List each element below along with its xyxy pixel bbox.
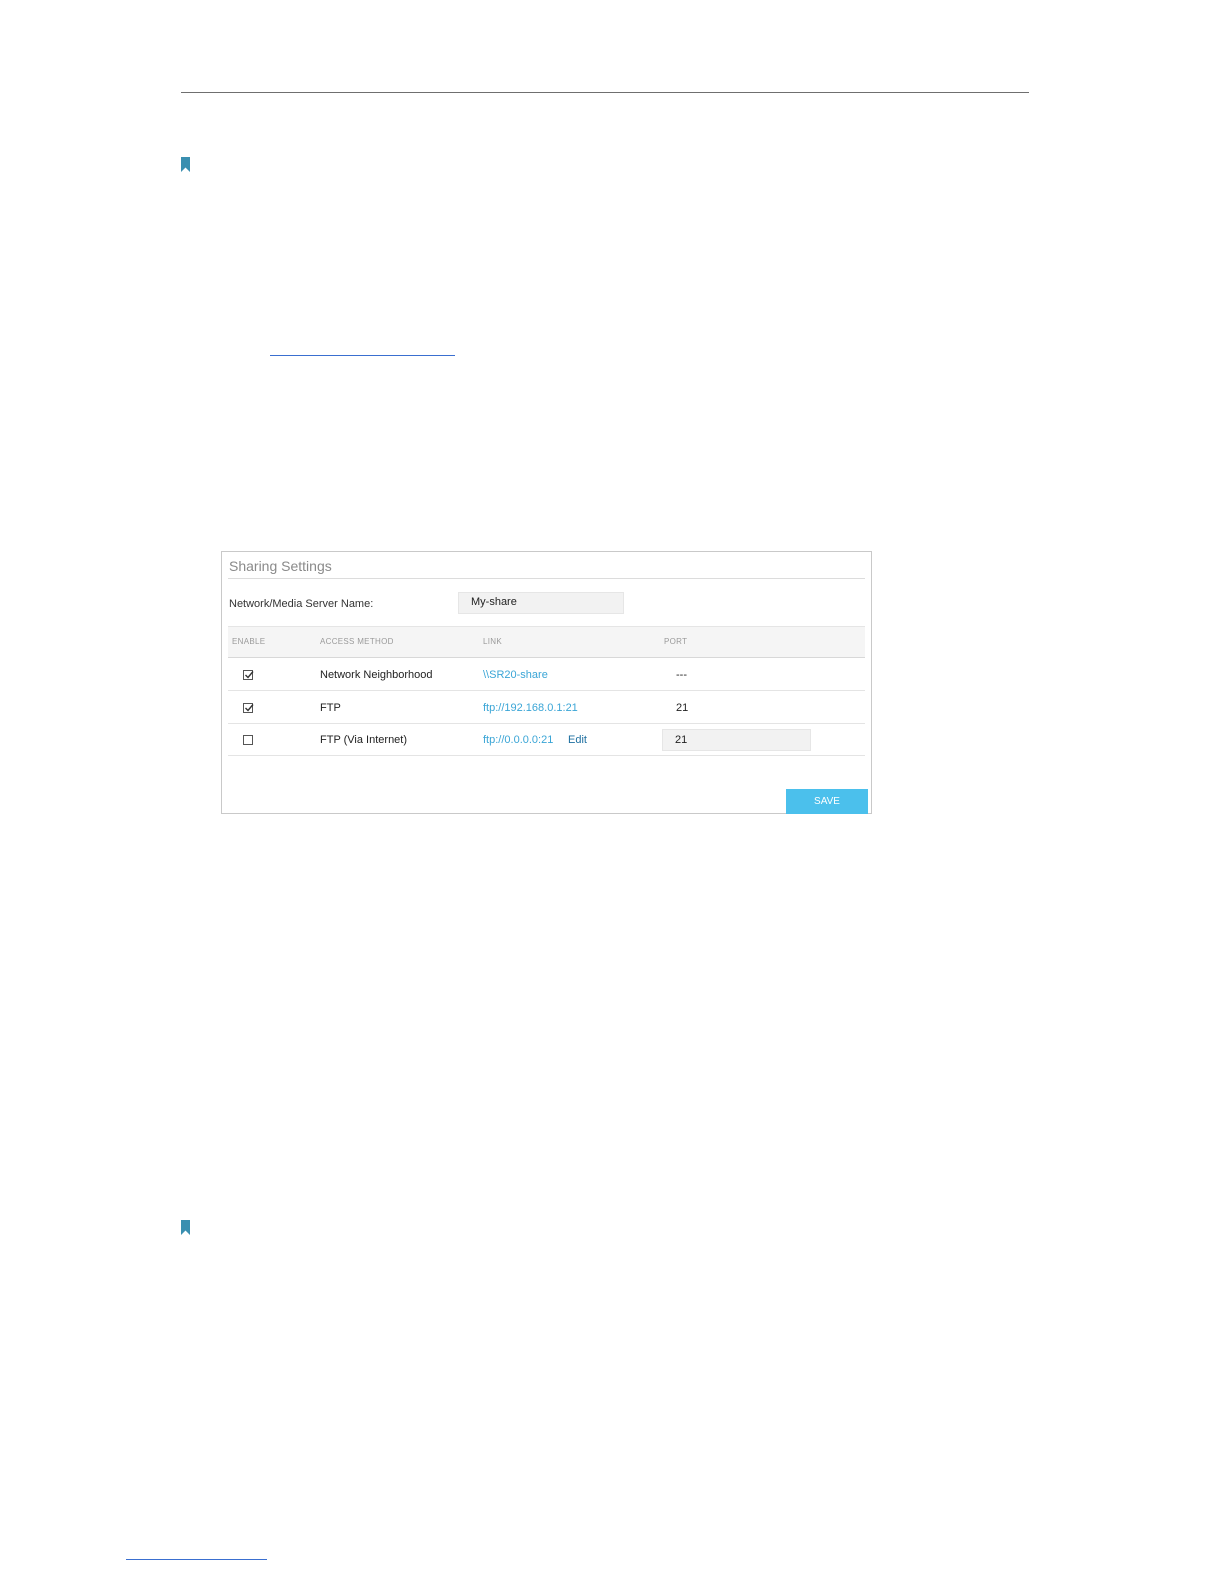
table-row: Network Neighborhood \\SR20-share --- [228,659,865,691]
column-header-link: LINK [483,637,502,646]
server-name-label: Network/Media Server Name: [229,598,374,610]
sharing-settings-panel: Sharing Settings Network/Media Server Na… [221,551,872,814]
hyperlink-underline[interactable] [126,1559,267,1560]
table-header: ENABLE ACCESS METHOD LINK PORT [228,626,865,658]
panel-title: Sharing Settings [229,558,332,574]
hyperlink-underline[interactable] [270,355,455,356]
access-method: FTP (Via Internet) [320,734,408,746]
port-input[interactable]: 21 [662,729,811,751]
access-method: FTP [320,702,341,714]
table-row: FTP (Via Internet) ftp://0.0.0.0:21 Edit… [228,724,865,756]
column-header-enable: ENABLE [232,637,266,646]
title-divider [228,578,865,579]
save-button[interactable]: SAVE [786,789,868,814]
port-value: 21 [676,702,689,714]
enable-checkbox-ftp[interactable] [243,703,254,713]
header-rule [181,92,1029,93]
column-header-port: PORT [664,637,688,646]
share-link[interactable]: \\SR20-share [483,669,548,681]
checkbox-checked-icon [245,671,254,679]
edit-link[interactable]: Edit [568,734,587,746]
enable-checkbox-network-neighborhood[interactable] [243,670,254,680]
port-value: --- [676,669,687,681]
column-header-access-method: ACCESS METHOD [320,637,394,646]
bookmark-icon [181,1220,190,1235]
checkbox-checked-icon [245,704,254,712]
access-method: Network Neighborhood [320,669,433,681]
server-name-input[interactable]: My-share [458,592,624,614]
enable-checkbox-ftp-via-internet[interactable] [243,735,253,745]
share-link[interactable]: ftp://0.0.0.0:21 [483,734,553,746]
table-row: FTP ftp://192.168.0.1:21 21 [228,692,865,724]
bookmark-icon [181,157,190,172]
share-link[interactable]: ftp://192.168.0.1:21 [483,702,578,714]
